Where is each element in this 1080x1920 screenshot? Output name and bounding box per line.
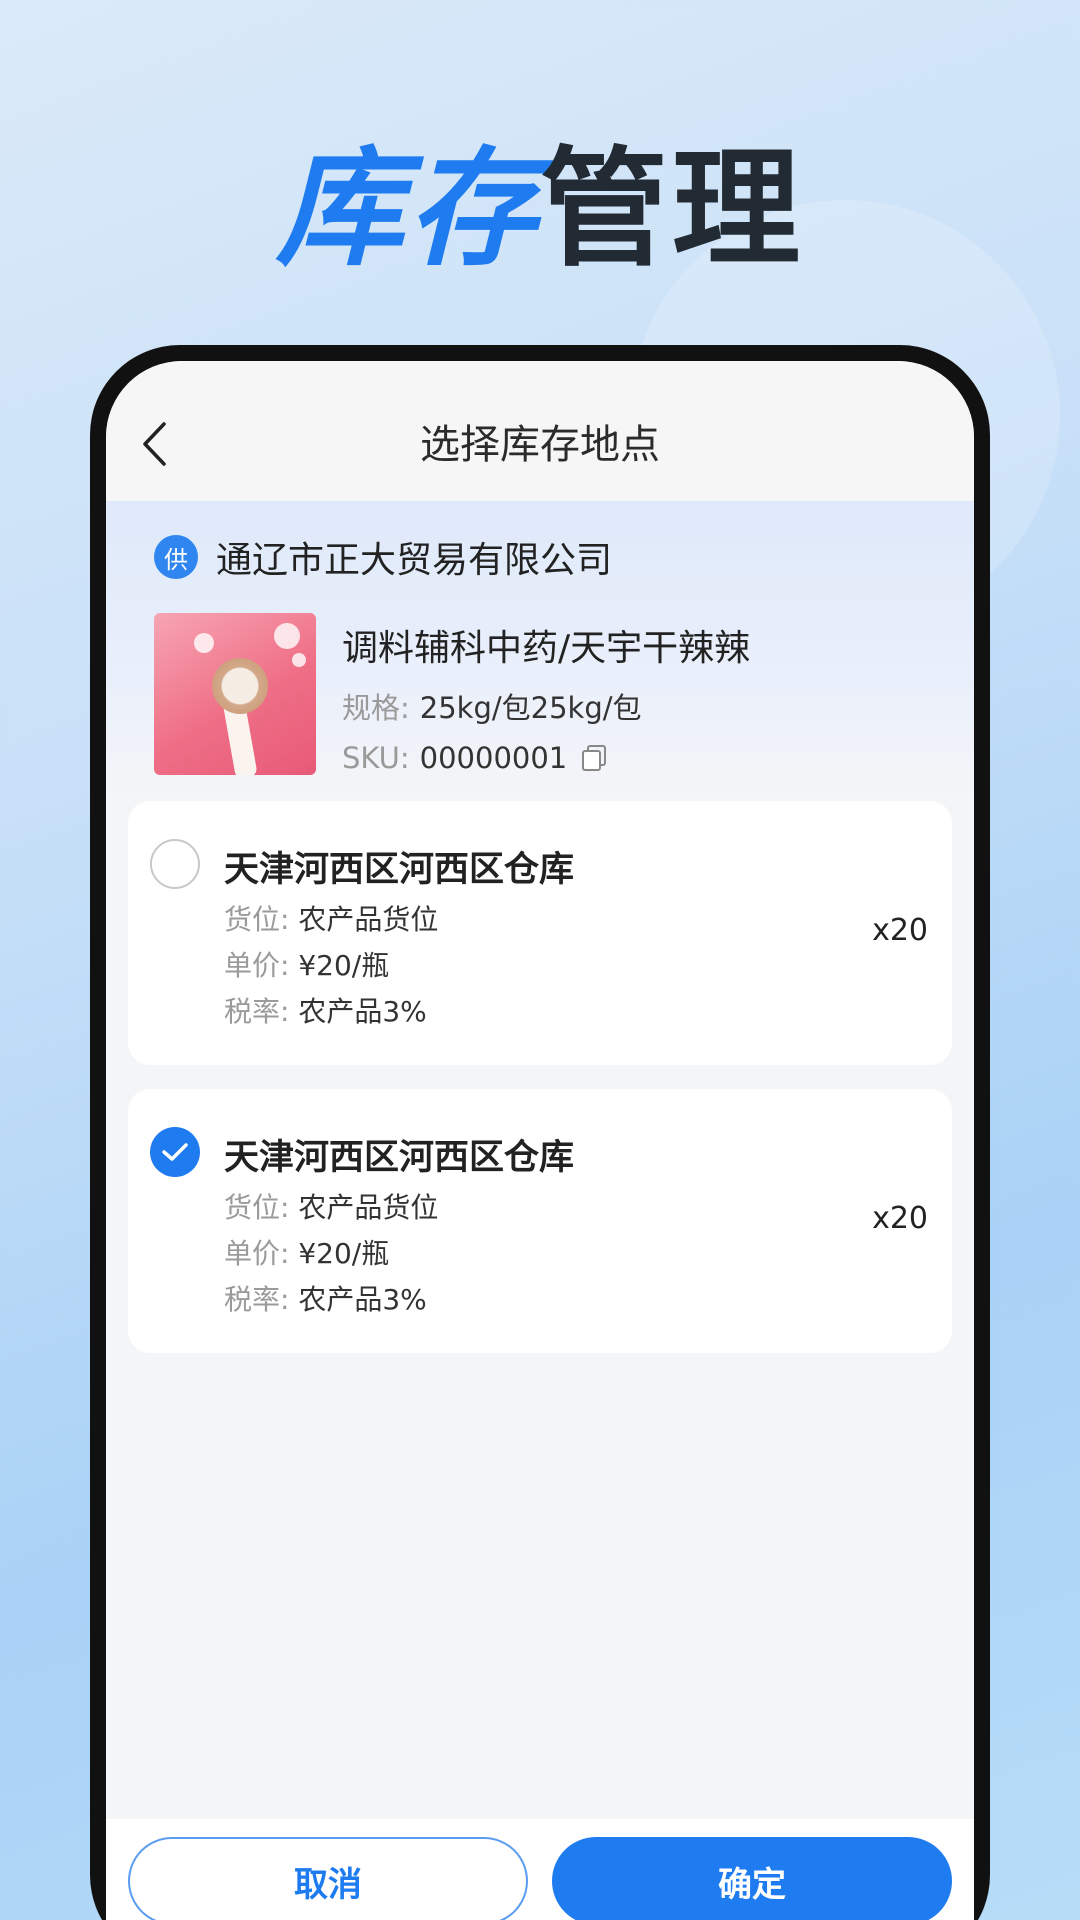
product-row: 调料辅科中药/天宇干辣辣 规格: 25kg/包25kg/包 SKU: 00000… (154, 613, 944, 775)
location-value: 农产品货位 (298, 903, 439, 936)
chevron-left-icon (143, 422, 166, 466)
warehouse-card[interactable]: 天津河西区河西区仓库 货位: 农产品货位 单价: ¥20/瓶 税率: 农产品3%… (128, 1089, 952, 1353)
tax-value: 农产品3% (298, 995, 427, 1028)
bottom-action-bar: 取消 确定 (106, 1819, 974, 1920)
spec-value: 25kg/包25kg/包 (419, 691, 642, 725)
phone-screen: 选择库存地点 供 通辽市正大贸易有限公司 调料辅科中药/天宇干辣辣 规格: 25… (106, 361, 974, 1920)
page-title: 选择库存地点 (420, 422, 660, 468)
tax-line: 税率: 农产品3% (224, 1277, 438, 1323)
radio-checked[interactable] (150, 1127, 200, 1177)
sku-label: SKU: (342, 741, 410, 775)
product-summary: 供 通辽市正大贸易有限公司 调料辅科中药/天宇干辣辣 规格: 25kg/包25k… (106, 501, 974, 801)
back-button[interactable] (134, 419, 174, 469)
warehouse-details: 货位: 农产品货位 单价: ¥20/瓶 税率: 农产品3% (224, 1185, 438, 1323)
location-label: 货位: (224, 903, 290, 936)
supplier-badge: 供 (154, 535, 198, 579)
location-value: 农产品货位 (298, 1191, 439, 1224)
check-icon (162, 1143, 188, 1161)
quantity: x20 (872, 913, 928, 948)
price-line: 单价: ¥20/瓶 (224, 943, 438, 989)
spec-label: 规格: (342, 691, 410, 725)
warehouse-name: 天津河西区河西区仓库 (224, 850, 575, 890)
spec-row: 规格: 25kg/包25kg/包 (342, 685, 750, 727)
warehouse-details: 货位: 农产品货位 单价: ¥20/瓶 税率: 农产品3% (224, 897, 438, 1035)
location-label: 货位: (224, 1191, 290, 1224)
cancel-button[interactable]: 取消 (128, 1837, 528, 1920)
tax-value: 农产品3% (298, 1283, 427, 1316)
location-line: 货位: 农产品货位 (224, 1185, 438, 1231)
sku-value: 00000001 (419, 741, 568, 775)
quantity: x20 (872, 1201, 928, 1236)
tax-label: 税率: (224, 995, 290, 1028)
tax-line: 税率: 农产品3% (224, 989, 438, 1035)
sku-row: SKU: 00000001 (342, 741, 750, 775)
product-name: 调料辅科中药/天宇干辣辣 (342, 628, 751, 669)
price-label: 单价: (224, 949, 290, 982)
nav-bar: 选择库存地点 (106, 361, 974, 501)
tax-label: 税率: (224, 1283, 290, 1316)
promo-title-highlight: 库存 (275, 135, 540, 284)
product-image (154, 613, 316, 775)
confirm-button[interactable]: 确定 (552, 1837, 952, 1920)
promo-title: 库存管理 (0, 139, 1080, 281)
supplier-name: 通辽市正大贸易有限公司 (216, 540, 613, 581)
product-info: 调料辅科中药/天宇干辣辣 规格: 25kg/包25kg/包 SKU: 00000… (342, 613, 750, 775)
location-line: 货位: 农产品货位 (224, 897, 438, 943)
promo-title-rest: 管理 (540, 135, 805, 284)
warehouse-card[interactable]: 天津河西区河西区仓库 货位: 农产品货位 单价: ¥20/瓶 税率: 农产品3%… (128, 801, 952, 1065)
price-line: 单价: ¥20/瓶 (224, 1231, 438, 1277)
price-value: ¥20/瓶 (298, 949, 390, 982)
price-value: ¥20/瓶 (298, 1237, 390, 1270)
phone-frame: 选择库存地点 供 通辽市正大贸易有限公司 调料辅科中药/天宇干辣辣 规格: 25… (90, 345, 990, 1920)
supplier-row: 供 通辽市正大贸易有限公司 (154, 531, 944, 583)
price-label: 单价: (224, 1237, 290, 1270)
warehouse-list: 天津河西区河西区仓库 货位: 农产品货位 单价: ¥20/瓶 税率: 农产品3%… (106, 801, 974, 1353)
radio-unchecked[interactable] (150, 839, 200, 889)
warehouse-name: 天津河西区河西区仓库 (224, 1138, 575, 1178)
copy-icon[interactable] (579, 743, 609, 773)
